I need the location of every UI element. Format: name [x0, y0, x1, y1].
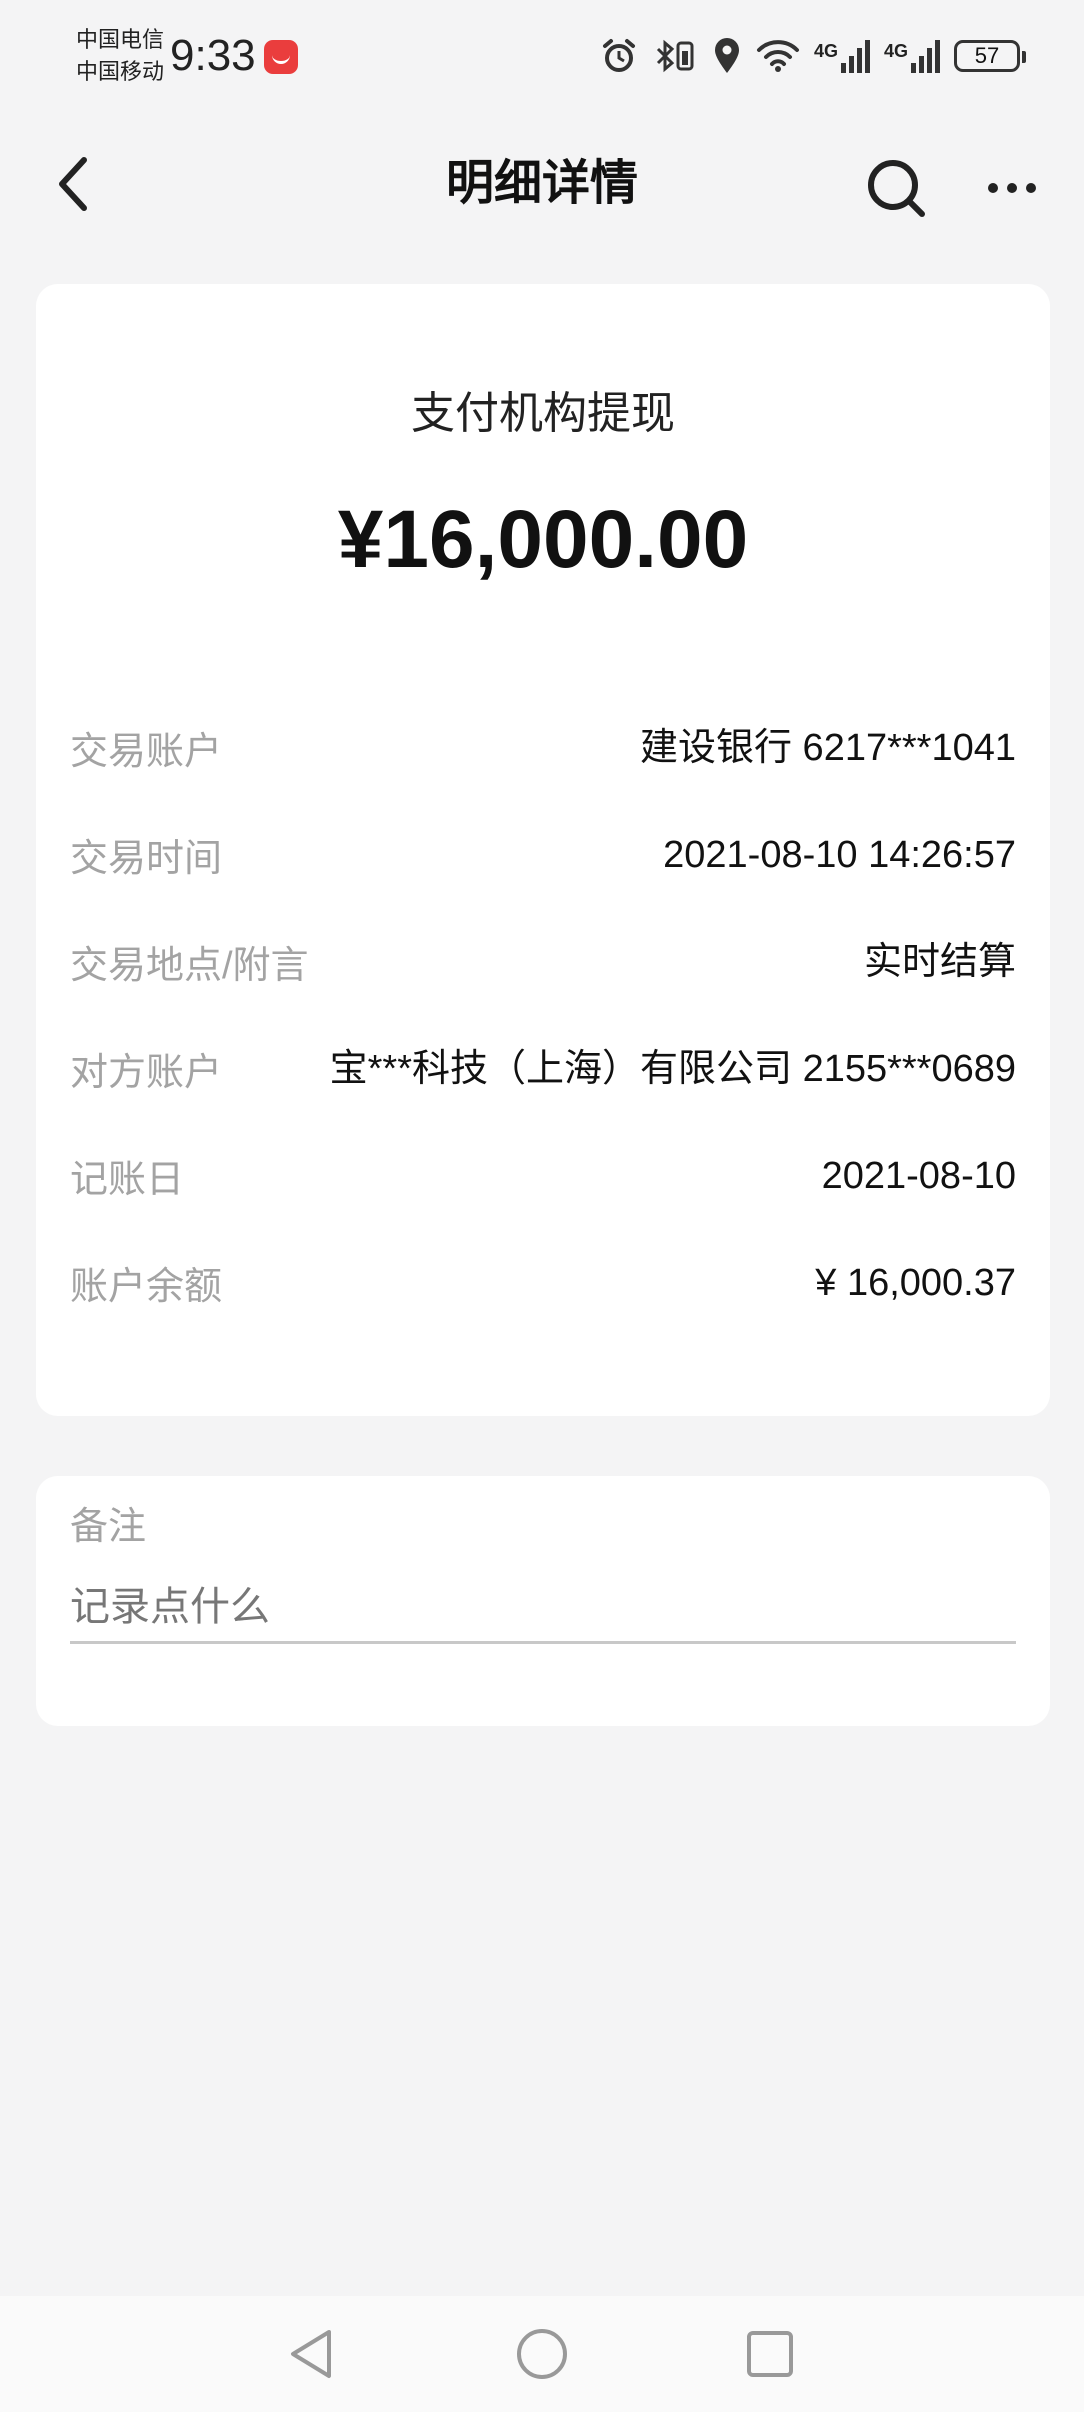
system-back-button[interactable]	[274, 2318, 346, 2390]
shopping-app-icon	[264, 40, 298, 74]
wifi-icon	[756, 38, 800, 74]
detail-label: 记账日	[70, 1159, 185, 1201]
remark-card: 备注	[36, 1476, 1050, 1726]
detail-value: 2021-08-10	[821, 1154, 1016, 1197]
detail-value: 2021-08-10 14:26:57	[663, 833, 1016, 876]
status-time: 9:33	[170, 31, 256, 80]
battery-icon: 57	[954, 40, 1026, 72]
transaction-detail-card: 支付机构提现 ¥16,000.00 交易账户 建设银行 6217***1041 …	[36, 284, 1050, 1416]
network-type-1: 4G	[813, 41, 838, 61]
more-dots-icon	[1026, 183, 1036, 193]
detail-row-booking-date: 记账日 2021-08-10	[70, 1148, 1016, 1203]
status-icons: 4G 4G 57	[600, 34, 1026, 78]
remark-label: 备注	[70, 1506, 147, 1548]
more-button[interactable]	[976, 152, 1048, 224]
detail-row-time: 交易时间 2021-08-10 14:26:57	[70, 827, 1016, 882]
transaction-type: 支付机构提现	[411, 389, 675, 438]
alarm-icon	[600, 37, 638, 75]
status-bar: 中国电信 中国移动 9:33 4G 4G 57	[0, 0, 1084, 112]
detail-list: 交易账户 建设银行 6217***1041 交易时间 2021-08-10 14…	[70, 720, 1016, 1362]
signal-bars-icon	[911, 40, 940, 73]
detail-label: 对方账户	[70, 1052, 223, 1094]
detail-row-counterparty: 对方账户 宝***科技（上海）有限公司 2155***0689	[70, 1041, 1016, 1096]
detail-row-account: 交易账户 建设银行 6217***1041	[70, 720, 1016, 775]
carrier-1: 中国电信	[76, 27, 165, 52]
detail-row-location: 交易地点/附言 实时结算	[70, 934, 1016, 989]
detail-label: 交易时间	[70, 838, 223, 880]
location-icon	[712, 37, 742, 75]
detail-label: 账户余额	[70, 1266, 223, 1308]
battery-level: 57	[974, 43, 1000, 68]
signal-bars-icon	[840, 40, 870, 73]
detail-value: 实时结算	[863, 940, 1016, 983]
nav-bar: 明细详情	[0, 112, 1084, 254]
signal-4g-1: 4G	[814, 39, 870, 73]
search-button[interactable]	[858, 152, 934, 224]
transaction-amount: ¥16,000.00	[337, 494, 749, 585]
search-icon	[868, 160, 925, 217]
network-type-2: 4G	[883, 41, 908, 61]
signal-4g-2: 4G	[884, 39, 940, 73]
detail-value: 建设银行 6217***1041	[640, 726, 1016, 769]
triangle-back-icon	[291, 2330, 331, 2378]
more-dots-icon	[988, 183, 998, 193]
carrier-2: 中国移动	[76, 59, 165, 84]
system-recents-button[interactable]	[734, 2318, 806, 2390]
carrier-names: 中国电信 中国移动	[76, 24, 164, 88]
bluetooth-battery-icon	[652, 37, 698, 75]
square-recents-icon	[747, 2331, 793, 2377]
remark-input[interactable]	[70, 1574, 1016, 1644]
detail-value: 宝***科技（上海）有限公司 2155***0689	[329, 1047, 1016, 1090]
detail-label: 交易账户	[70, 731, 223, 773]
circle-home-icon	[517, 2329, 567, 2379]
detail-row-balance: 账户余额 ¥ 16,000.37	[70, 1255, 1016, 1310]
more-dots-icon	[1007, 183, 1017, 193]
system-navigation-bar	[0, 2296, 1084, 2412]
detail-value: ¥ 16,000.37	[815, 1261, 1016, 1304]
detail-label: 交易地点/附言	[70, 945, 309, 987]
system-home-button[interactable]	[506, 2318, 578, 2390]
